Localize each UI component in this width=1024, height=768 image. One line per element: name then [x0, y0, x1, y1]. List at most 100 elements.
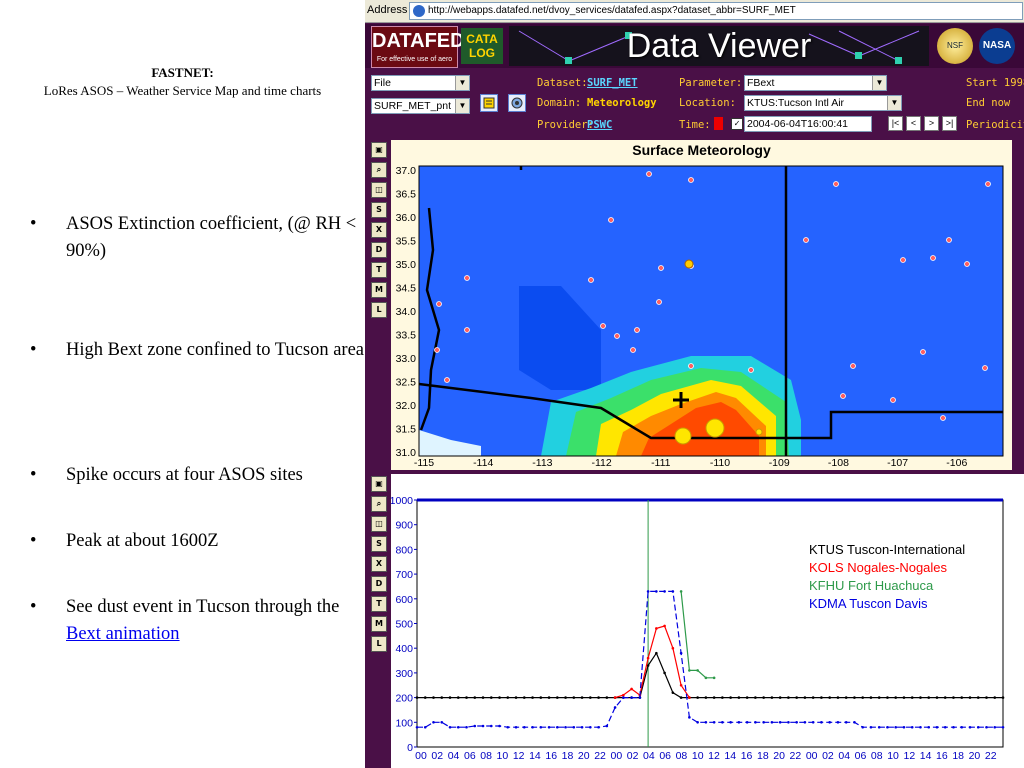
chart-y-tick: 100: [395, 717, 413, 729]
chart-tool-t[interactable]: T: [371, 596, 387, 612]
map-tool-m[interactable]: M: [371, 282, 387, 298]
chevron-down-icon: ▼: [887, 96, 901, 110]
extent-icon[interactable]: ◫: [371, 516, 387, 532]
asos-site: [748, 367, 754, 373]
map-y-tick: 32.5: [396, 377, 417, 389]
nav-next-button[interactable]: >: [924, 116, 939, 131]
file-select[interactable]: File ▼: [371, 75, 470, 91]
chart-x-tick: 10: [692, 750, 704, 762]
list-icon[interactable]: [480, 94, 498, 112]
asos-site: [630, 347, 636, 353]
asos-site: [840, 393, 846, 399]
series-point: [456, 725, 460, 729]
map-tool-s[interactable]: S: [371, 202, 387, 218]
chart-x-tick: 16: [741, 750, 753, 762]
chart-y-tick: 0: [407, 742, 413, 754]
chart-plot-area: [416, 499, 1004, 748]
series-point: [465, 725, 468, 729]
datafed-tagline: For effective use of aero: [376, 56, 453, 63]
legend-entry: KFHU Fort Huachuca: [809, 578, 934, 593]
map-tool-t[interactable]: T: [371, 262, 387, 278]
zoom-icon[interactable]: ⌕: [371, 496, 387, 512]
provider-label: Provider:: [537, 119, 594, 131]
time-checkbox[interactable]: ✓: [731, 118, 743, 130]
asos-site: [656, 299, 662, 305]
map-y-tick: 36.5: [396, 189, 417, 201]
chart-x-tick: 00: [415, 750, 427, 762]
bullet-text: High Bext zone confined to Tucson area: [66, 340, 364, 360]
chart-x-tick: 20: [969, 750, 981, 762]
asos-site: [964, 261, 970, 267]
chart-x-tick: 22: [594, 750, 606, 762]
asos-site-peak: [705, 418, 725, 438]
map-tool-l[interactable]: L: [371, 302, 387, 318]
slide-title: FASTNET: LoRes ASOS – Weather Service Ma…: [0, 64, 365, 100]
chart-x-tick: 16: [545, 750, 557, 762]
map-x-tick: -113: [532, 457, 552, 469]
map-x-tick: -115: [414, 457, 434, 469]
chart-x-tick: 04: [838, 750, 850, 762]
weather-map[interactable]: 37.0 36.5 36.0 35.5 35.0 34.5 34.0 33.5 33.0 32.5…: [391, 140, 1012, 470]
asos-site: [434, 347, 440, 353]
view-icon[interactable]: [508, 94, 526, 112]
url-field[interactable]: http://webapps.datafed.net/dvoy_services…: [409, 2, 1023, 20]
chart-tool-s[interactable]: S: [371, 536, 387, 552]
dataset-label: Dataset:: [537, 77, 588, 89]
save-icon[interactable]: ▣: [371, 476, 387, 492]
provider-link[interactable]: PSWC: [587, 119, 612, 131]
time-input[interactable]: 2004-06-04T16:00:41: [744, 116, 872, 132]
parameter-select[interactable]: FBext ▼: [744, 75, 887, 91]
chart-x-tick: 18: [562, 750, 574, 762]
nav-last-button[interactable]: >|: [942, 116, 957, 131]
chart-y-tick: 300: [395, 668, 413, 680]
asos-site: [688, 363, 694, 369]
catalog-logo[interactable]: CATA LOG: [461, 28, 503, 64]
slide-title-line1: FASTNET:: [151, 65, 214, 80]
asos-site: [464, 275, 470, 281]
periodicity-label: Periodicity: [966, 119, 1024, 131]
bext-animation-link[interactable]: Bext animation: [66, 624, 180, 644]
map-tool-x[interactable]: X: [371, 222, 387, 238]
time-chart[interactable]: 0100200300400500600700800900100000 02 04 06…: [391, 474, 1024, 768]
chart-tool-m[interactable]: M: [371, 616, 387, 632]
chart-x-tick: 02: [627, 750, 639, 762]
map-x-tick: -110: [710, 457, 730, 469]
datafed-logo[interactable]: DATAFED For effective use of aero: [371, 26, 465, 68]
dataset-link[interactable]: SURF_MET: [587, 77, 638, 89]
parameter-select-value: FBext: [747, 77, 775, 89]
chart-x-tick: 22: [985, 750, 997, 762]
slide-title-line2: LoRes ASOS – Weather Service Map and tim…: [43, 83, 322, 98]
nsf-logo[interactable]: NSF: [937, 28, 973, 64]
chart-tool-x[interactable]: X: [371, 556, 387, 572]
chart-x-tick: 08: [480, 750, 492, 762]
location-select[interactable]: KTUS:Tucson Intl Air ▼: [744, 95, 902, 111]
chart-tool-d[interactable]: D: [371, 576, 387, 592]
map-y-tick: 35.5: [396, 236, 417, 248]
asos-site-highlight: [684, 259, 694, 269]
nasa-logo[interactable]: NASA: [979, 28, 1015, 64]
save-icon[interactable]: ▣: [371, 142, 387, 158]
asos-site: [444, 377, 450, 383]
chart-x-tick: 06: [659, 750, 671, 762]
chart-x-tick: 06: [464, 750, 476, 762]
file-select-value: File: [374, 77, 391, 89]
series-point: [787, 721, 790, 724]
nav-first-button[interactable]: |<: [888, 116, 903, 131]
chart-y-tick: 1000: [391, 495, 413, 507]
asos-site: [850, 363, 856, 369]
map-tool-d[interactable]: D: [371, 242, 387, 258]
chart-y-tick: 500: [395, 619, 413, 631]
series-point: [993, 725, 997, 729]
asos-site-peak: [755, 428, 763, 436]
asos-site: [436, 301, 442, 307]
series-point: [894, 725, 898, 729]
nav-prev-button[interactable]: <: [906, 116, 921, 131]
chart-tool-l[interactable]: L: [371, 636, 387, 652]
parameter-label: Parameter:: [679, 77, 743, 89]
asos-site: [803, 237, 809, 243]
zoom-icon[interactable]: ⌕: [371, 162, 387, 178]
dataset-select[interactable]: SURF_MET_pnt ▼: [371, 98, 470, 114]
chart-x-tick: 04: [643, 750, 655, 762]
map-y-tick: 32.0: [396, 400, 417, 412]
extent-icon[interactable]: ◫: [371, 182, 387, 198]
